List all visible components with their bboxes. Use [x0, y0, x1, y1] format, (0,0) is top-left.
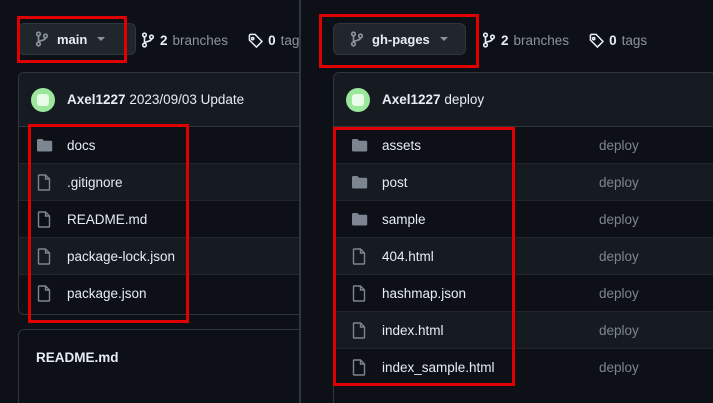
file-commit-message[interactable]: deploy [599, 212, 639, 227]
file-row[interactable]: assets deploy [334, 127, 713, 164]
file-row[interactable]: .gitignore [19, 164, 299, 201]
chevron-down-icon [439, 37, 448, 41]
file-icon [350, 247, 368, 265]
tags-count: 0 [609, 32, 617, 48]
file-icon [350, 321, 368, 339]
folder-icon [35, 138, 53, 152]
file-commit-message[interactable]: deploy [599, 323, 639, 338]
tags-label: tags [621, 32, 648, 48]
file-icon [35, 210, 53, 228]
file-icon [35, 247, 53, 265]
branch-selector-button[interactable]: gh-pages [333, 23, 466, 55]
file-name-link[interactable]: index_sample.html [382, 360, 495, 375]
branches-link[interactable]: 2 branches [141, 32, 228, 48]
branch-selector-button[interactable]: main [18, 23, 136, 55]
branches-link[interactable]: 2 branches [482, 32, 569, 48]
file-row[interactable]: README.md [19, 201, 299, 238]
file-name-link[interactable]: assets [382, 138, 421, 153]
file-row[interactable]: package-lock.json [19, 238, 299, 275]
tags-link[interactable]: 0 tags [589, 33, 647, 48]
file-commit-message[interactable]: deploy [599, 249, 639, 264]
file-name-link[interactable]: 404.html [382, 249, 434, 264]
file-row[interactable]: hashmap.json deploy [334, 275, 713, 312]
file-icon [35, 173, 53, 191]
repo-meta: 2 branches 0 tags [141, 32, 299, 48]
file-name-link[interactable]: sample [382, 212, 426, 227]
git-branch-icon [350, 31, 364, 47]
file-icon [35, 285, 53, 302]
file-name-link[interactable]: hashmap.json [382, 286, 466, 301]
repo-meta: 2 branches 0 tags [482, 32, 661, 48]
folder-icon [350, 212, 368, 226]
file-row[interactable]: package.json [19, 275, 299, 312]
latest-commit: Axel1227 deploy [334, 73, 713, 127]
main-branch-panel: main 2 branches 0 tags Axel1227 2023/09/… [0, 0, 299, 403]
latest-commit: Axel1227 2023/09/03 Update [19, 73, 299, 127]
file-browser: Axel1227 2023/09/03 Update docs .gitignor… [18, 72, 299, 315]
readme-box: README.md [18, 329, 299, 403]
branches-label: branches [513, 32, 570, 48]
file-name-link[interactable]: package.json [67, 286, 147, 301]
branch-name: main [57, 31, 88, 47]
avatar[interactable] [31, 87, 55, 112]
branches-count: 2 [160, 32, 168, 48]
avatar[interactable] [346, 87, 370, 112]
file-commit-message[interactable]: deploy [599, 175, 639, 190]
folder-icon [350, 175, 368, 189]
tag-icon [248, 33, 264, 48]
file-commit-message[interactable]: deploy [599, 286, 639, 301]
file-commit-message[interactable]: deploy [599, 138, 639, 153]
branch-name: gh-pages [372, 31, 430, 47]
file-row[interactable]: 404.html deploy [334, 238, 713, 275]
chevron-down-icon [97, 37, 106, 41]
file-name-link[interactable]: docs [67, 138, 96, 153]
tags-link[interactable]: 0 tags [248, 33, 299, 48]
tag-icon [589, 33, 605, 48]
git-branch-icon [35, 31, 49, 47]
commit-author[interactable]: Axel1227 [67, 92, 126, 107]
file-row[interactable]: docs [19, 127, 299, 164]
file-row[interactable]: index_sample.html deploy [334, 349, 713, 386]
file-name-link[interactable]: post [382, 175, 408, 190]
file-icon [350, 284, 368, 302]
readme-title[interactable]: README.md [36, 350, 119, 365]
tags-label: tags [280, 32, 299, 48]
git-branch-icon [141, 32, 155, 48]
file-name-link[interactable]: index.html [382, 323, 444, 338]
git-branch-icon [482, 32, 496, 48]
file-row[interactable]: post deploy [334, 164, 713, 201]
commit-message[interactable]: deploy [444, 92, 484, 107]
commit-message[interactable]: 2023/09/03 Update [129, 92, 244, 107]
file-list: assets deploy post deploy sample deploy 404.ht… [334, 127, 713, 386]
file-browser: Axel1227 deploy assets deploy post deploy sa… [333, 72, 713, 403]
file-name-link[interactable]: README.md [67, 212, 147, 227]
tags-count: 0 [268, 32, 276, 48]
gh-pages-branch-panel: gh-pages 2 branches 0 tags Axel1227 depl… [301, 0, 713, 403]
file-list: docs .gitignore README.md package-lock.json… [19, 127, 299, 312]
file-name-link[interactable]: package-lock.json [67, 249, 175, 264]
folder-icon [350, 138, 368, 152]
branches-label: branches [172, 32, 229, 48]
file-icon [350, 359, 368, 376]
file-row[interactable]: index.html deploy [334, 312, 713, 349]
commit-author[interactable]: Axel1227 [382, 92, 441, 107]
file-name-link[interactable]: .gitignore [67, 175, 123, 190]
file-row[interactable]: sample deploy [334, 201, 713, 238]
file-commit-message[interactable]: deploy [599, 360, 639, 375]
branches-count: 2 [501, 32, 509, 48]
